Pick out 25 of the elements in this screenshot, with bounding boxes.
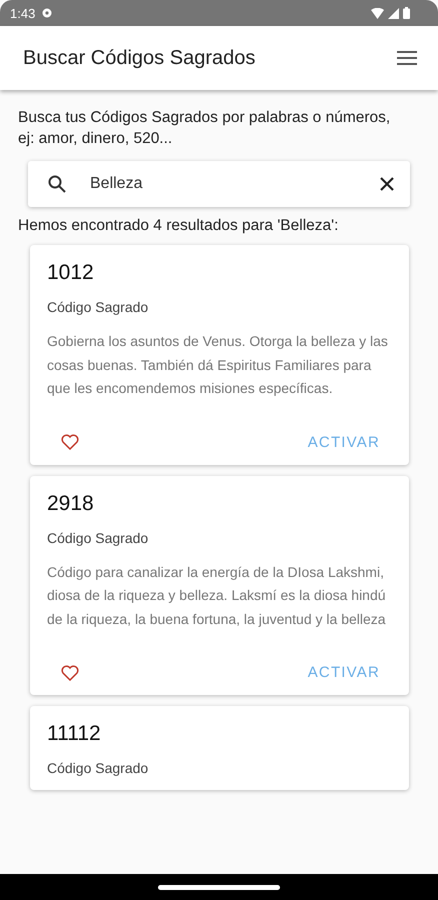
battery-icon [403,7,410,19]
menu-icon[interactable] [397,51,417,65]
results-text: Hemos encontrado 4 resultados para 'Belleza': [18,217,340,235]
signal-icon [388,8,399,18]
code-number: 1012 [47,261,95,285]
search-icon [48,175,66,193]
notification-icon [41,8,54,18]
heart-icon[interactable] [61,434,79,450]
code-number: 11112 [47,722,102,746]
close-icon[interactable] [380,177,394,191]
status-time: 1:43 [10,6,36,20]
activate-button[interactable]: ACTIVAR [308,664,380,681]
code-number: 2918 [47,492,95,516]
code-subtitle: Código Sagrado [47,299,150,315]
wifi-icon [371,8,384,18]
activate-button[interactable]: ACTIVAR [308,434,380,450]
home-handle[interactable] [158,884,280,890]
app-title: Buscar Códigos Sagrados [23,46,256,70]
intro-text: Busca tus Códigos Sagrados por palabras o números, ej: amor, dinero, 520... [18,108,392,149]
code-description: Gobierna los asuntos de Venus. Otorga la belleza y las cosas buenas. También dá Espiritus Familiares para que les encomendemos misiones específicas. [47,332,389,398]
heart-icon[interactable] [61,664,79,680]
code-subtitle: Código Sagrado [47,530,150,546]
code-subtitle: Código Sagrado [47,760,150,776]
code-description: Código para canalizar la energía de la DIosa Lakshmi, diosa de la riqueza y belleza. Laksmí es la diosa hindú de la riqueza, la buena fortuna, la juventud y la belleza [47,562,387,629]
search-field[interactable]: Belleza [28,161,410,207]
